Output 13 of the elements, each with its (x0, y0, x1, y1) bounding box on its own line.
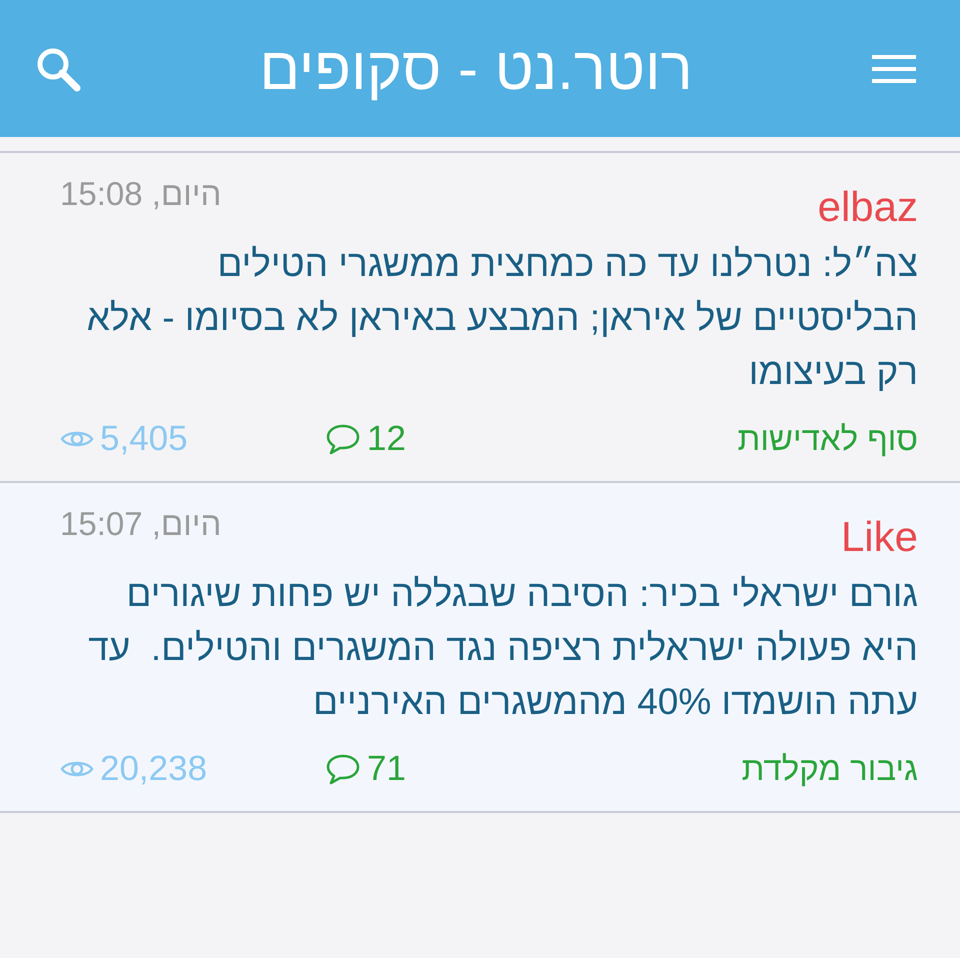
comment-count: 12 (367, 419, 406, 459)
comment-icon (325, 423, 361, 455)
post-author[interactable]: elbaz (818, 183, 918, 231)
post-author[interactable]: Like (840, 513, 918, 561)
post-title[interactable]: גורם ישראלי בכיר: הסיבה שבגללה יש פחות שיגורים היא פעולה ישראלית רציפה נגד המשגרים והטילים. עד עתה הושמדו 40% מהמשגרים האירניים (60, 567, 918, 729)
view-count: 20,238 (100, 749, 208, 789)
app-title: רוטר.נט - סקופים (259, 34, 693, 103)
view-count: 5,405 (100, 419, 188, 459)
comment-count: 71 (367, 749, 406, 789)
post-time: היום, 15:08 (60, 175, 222, 213)
post-title[interactable]: צה״ל: נטרלנו עד כה כמחצית ממשגרי הטילים הבליסטיים של איראן; המבצע באיראן לא בסיומו - אלא רק בעיצומו (60, 237, 918, 399)
comment-icon (325, 753, 361, 785)
post-time: היום, 15:07 (60, 505, 222, 543)
